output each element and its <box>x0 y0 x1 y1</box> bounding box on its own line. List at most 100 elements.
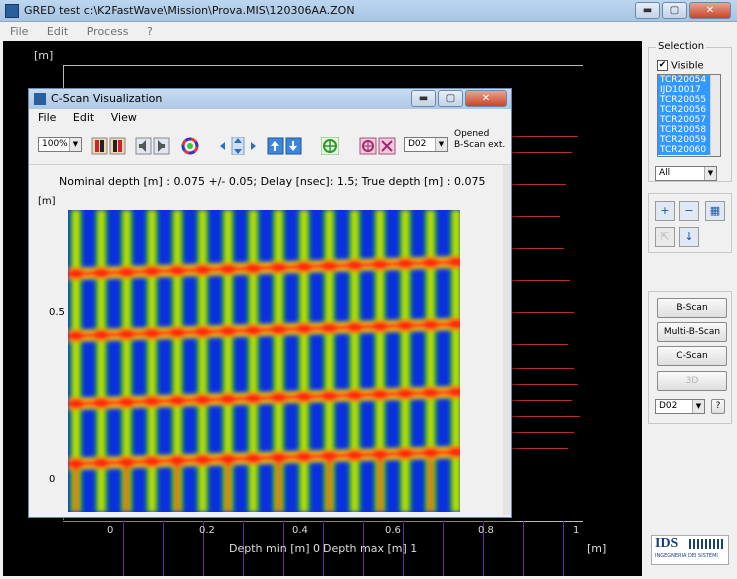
depth-min-label: Depth min [m] 0 <box>229 542 321 555</box>
heatmap-hotspot <box>244 452 263 465</box>
selection-group: Selection ✔ Visible TCR20054 IJD10017 TCR… <box>648 41 732 182</box>
heatmap-hotspot <box>92 328 111 341</box>
close-button[interactable]: ✕ <box>689 2 731 19</box>
cscan-scrollbar[interactable] <box>503 165 511 515</box>
heatmap-hotspot <box>345 259 364 272</box>
minimize-button[interactable]: ▬ <box>635 2 660 19</box>
plot-x-unit: [m] <box>587 542 607 555</box>
scan-line <box>512 136 578 137</box>
channel-dropdown[interactable]: D02 ▼ <box>655 399 705 414</box>
heatmap-hotspot <box>168 394 187 407</box>
heatmap-hotspot <box>421 386 440 399</box>
scan-line <box>512 184 566 185</box>
volume-icon[interactable] <box>135 137 171 155</box>
channel-value: D02 <box>659 401 678 411</box>
visible-checkbox[interactable]: ✔ Visible <box>657 60 704 72</box>
bscan-marker-line <box>523 521 524 576</box>
list-item[interactable]: TCR20057 <box>658 115 712 125</box>
help-button[interactable]: ? <box>711 399 725 414</box>
visible-label: Visible <box>671 60 704 72</box>
heatmap-hotspot <box>295 322 313 335</box>
scan-line <box>512 384 578 385</box>
scan-line <box>512 416 580 417</box>
list-item[interactable]: TCR20058 <box>658 125 712 135</box>
cscan-window: C-Scan Visualization ▬ ▢ ✕ File Edit Vie… <box>28 88 512 518</box>
menu-process[interactable]: Process <box>77 22 134 38</box>
x-tick: 0.2 <box>199 525 215 536</box>
heatmap-hotspot <box>168 326 187 339</box>
marker-icon[interactable] <box>359 137 397 155</box>
depth-max-label: Depth max [m] 1 <box>323 542 418 555</box>
depth-info-text: Nominal depth [m] : 0.075 +/- 0.05; Dela… <box>59 175 486 188</box>
bscan-marker-line <box>123 521 124 576</box>
export-icon[interactable]: ⇱ <box>655 227 675 247</box>
right-control-panel: Selection ✔ Visible TCR20054 IJD10017 TCR… <box>645 41 735 576</box>
scan-line <box>512 312 574 313</box>
3d-button[interactable]: 3D <box>657 371 727 391</box>
heatmap-column-core <box>301 210 307 512</box>
heatmap-hotspot <box>168 264 187 277</box>
multi-bscan-button[interactable]: Multi-B-Scan <box>657 322 727 342</box>
cscan-menu-edit[interactable]: Edit <box>64 109 98 124</box>
grid-view-icon[interactable]: ▦ <box>705 201 725 221</box>
up-down-icon[interactable] <box>267 137 303 155</box>
heatmap-hotspot <box>269 391 288 404</box>
x-tick: 0 <box>107 525 114 536</box>
chevron-down-icon: ▼ <box>435 138 447 151</box>
heatmap-hotspot <box>193 263 212 276</box>
cscan-minimize-button[interactable]: ▬ <box>411 90 436 107</box>
heatmap-vertical-ridge <box>378 460 382 512</box>
x-tick: 0.4 <box>292 525 308 536</box>
cscan-toolbar: 100% ▼ D02 ▼ Opened B-Scan ext. <box>29 127 511 165</box>
scan-line <box>512 216 560 217</box>
heatmap-hotspot <box>396 447 415 460</box>
heatmap-hotspot <box>193 453 212 466</box>
color-scale-icon[interactable] <box>91 137 127 155</box>
list-item[interactable]: TCR20055 <box>658 95 712 105</box>
menu-help[interactable]: ? <box>137 22 158 38</box>
list-item[interactable]: TCR20060 <box>658 145 712 155</box>
scan-line <box>512 152 572 153</box>
zoom-in-icon[interactable]: + <box>655 201 675 221</box>
filter-dropdown[interactable]: All ▼ <box>655 166 717 181</box>
heatmap-hotspot <box>269 261 288 274</box>
zoom-dropdown[interactable]: 100% ▼ <box>38 137 82 152</box>
bscan-button[interactable]: B-Scan <box>657 298 727 318</box>
bscan-marker-line <box>443 521 444 576</box>
list-item[interactable]: TCR20056 <box>658 105 712 115</box>
menu-file[interactable]: File <box>0 22 33 38</box>
cscan-menu-file[interactable]: File <box>29 109 60 124</box>
cscan-title-bar: C-Scan Visualization ▬ ▢ ✕ <box>29 89 511 109</box>
cscan-menu-view[interactable]: View <box>102 109 141 124</box>
list-item[interactable]: IJD10017 <box>658 85 712 95</box>
zoom-value: 100% <box>42 139 68 149</box>
scan-listbox[interactable]: TCR20054 IJD10017 TCR20055 TCR20056 TCR2… <box>657 74 721 157</box>
cscan-channel-dropdown[interactable]: D02 ▼ <box>404 137 448 152</box>
heatmap-hotspot <box>143 265 161 278</box>
bscan-marker-line <box>563 521 564 576</box>
menu-edit[interactable]: Edit <box>37 22 73 38</box>
heatmap-hotspot <box>269 323 288 336</box>
maximize-button[interactable]: ▢ <box>662 2 687 19</box>
cscan-maximize-button[interactable]: ▢ <box>438 90 463 107</box>
target-icon[interactable] <box>321 137 339 155</box>
heatmap-hotspot <box>345 321 364 334</box>
cscan-close-button[interactable]: ✕ <box>465 90 507 107</box>
list-item[interactable]: TCR20054 <box>658 75 712 85</box>
logo-text: IDS <box>655 536 679 551</box>
pan-arrows-icon[interactable] <box>219 137 257 155</box>
selection-title: Selection <box>656 41 707 52</box>
listbox-scrollbar[interactable] <box>710 75 720 156</box>
cscan-button[interactable]: C-Scan <box>657 346 727 366</box>
download-icon[interactable]: ↓ <box>679 227 699 247</box>
heatmap-hotspot <box>371 320 389 333</box>
heatmap-column-core <box>200 210 206 512</box>
ids-logo: IDS INGEGNERIA DEI SISTEMI <box>651 535 729 565</box>
plot-top-axis <box>63 65 583 66</box>
zoom-out-icon[interactable]: − <box>679 201 699 221</box>
list-item[interactable]: TCR20059 <box>658 135 712 145</box>
plot-y-unit: [m] <box>34 49 54 62</box>
heatmap-hotspot <box>396 257 415 270</box>
cscan-heatmap[interactable] <box>68 210 460 512</box>
palette-icon[interactable] <box>181 137 199 155</box>
